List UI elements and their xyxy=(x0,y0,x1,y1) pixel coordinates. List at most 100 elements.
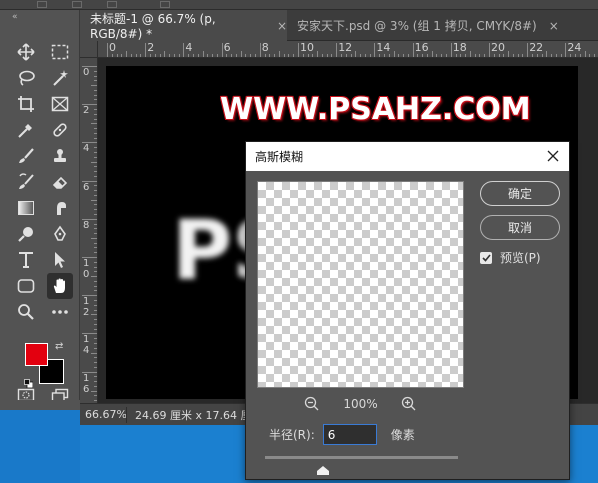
ruler-origin[interactable] xyxy=(80,41,98,58)
healing-brush-tool-icon[interactable] xyxy=(47,117,73,143)
watermark-text: WWW.PSAHZ.COM xyxy=(220,92,531,127)
close-icon[interactable] xyxy=(545,148,561,164)
document-dimensions[interactable]: 24.69 厘米 x 17.64 厘米 xyxy=(126,406,256,423)
ruler-minor-tick xyxy=(91,352,97,354)
clone-stamp-tool-icon[interactable] xyxy=(47,143,73,169)
ruler-label: 10 xyxy=(300,41,314,54)
ruler-minor-tick xyxy=(278,51,280,57)
lasso-tool-icon[interactable] xyxy=(13,65,39,91)
ruler-tick xyxy=(374,43,376,57)
swap-colors-icon[interactable]: ⇄ xyxy=(55,341,63,352)
zoom-level[interactable]: 66.67% xyxy=(80,408,127,421)
radius-slider-track[interactable] xyxy=(265,456,458,459)
foreground-color-swatch[interactable] xyxy=(25,343,48,366)
tab-untitled-1[interactable]: 未标题-1 @ 66.7% (p, RGB/8#) * × xyxy=(80,10,287,41)
default-colors-icon[interactable] xyxy=(24,373,34,389)
ruler-minor-tick xyxy=(584,51,586,57)
collapse-panel-icon[interactable]: « xyxy=(12,12,18,22)
ruler-label: 0 xyxy=(109,41,116,54)
preview-zoom-percent: 100% xyxy=(343,397,378,411)
vertical-ruler[interactable]: 0 2 4 6 8 1 0 1 2 1 4 1 6 xyxy=(80,58,98,403)
ruler-minor-tick xyxy=(91,123,97,125)
history-brush-tool-icon[interactable] xyxy=(13,169,39,195)
ruler-minor-tick xyxy=(91,314,97,316)
cancel-button[interactable]: 取消 xyxy=(480,215,560,240)
path-selection-tool-icon[interactable] xyxy=(47,247,73,273)
ruler-minor-tick xyxy=(202,51,204,57)
ruler-minor-tick xyxy=(91,161,97,163)
options-bar xyxy=(0,0,598,10)
ruler-tick xyxy=(565,43,567,57)
rectangle-tool-icon[interactable] xyxy=(13,273,39,299)
tab-label: 安家天下.psd @ 3% (组 1 拷贝, CMYK/8#) xyxy=(297,19,537,33)
hand-tool-icon[interactable] xyxy=(47,273,73,299)
move-tool-icon[interactable] xyxy=(13,39,39,65)
ok-button[interactable]: 确定 xyxy=(480,181,560,206)
options-bar-button[interactable] xyxy=(72,1,82,8)
ruler-tick xyxy=(298,43,299,57)
ruler-tick xyxy=(145,43,147,57)
horizontal-ruler[interactable]: 0 2 4 6 8 10 12 14 16 18 20 22 24 xyxy=(98,41,598,58)
ruler-tick xyxy=(259,43,261,57)
ruler-minor-tick xyxy=(431,51,433,57)
ruler-minor-tick xyxy=(91,199,97,201)
zoom-in-icon[interactable] xyxy=(400,395,418,413)
ruler-label: 8 xyxy=(83,219,90,231)
radius-input[interactable] xyxy=(322,424,377,445)
dialog-title: 高斯模糊 xyxy=(255,150,304,164)
ruler-tick xyxy=(183,43,185,57)
ruler-label: 6 xyxy=(223,41,231,54)
ruler-label: 8 xyxy=(261,41,269,54)
document-tab-bar: 未标题-1 @ 66.7% (p, RGB/8#) * × 安家天下.psd @… xyxy=(80,10,598,41)
options-bar-button[interactable] xyxy=(107,1,117,8)
radius-label: 半径(R): xyxy=(269,428,315,442)
eyedropper-tool-icon[interactable] xyxy=(13,117,39,143)
close-icon[interactable]: × xyxy=(277,19,287,33)
marquee-tool-icon[interactable] xyxy=(47,39,73,65)
ruler-tick xyxy=(221,43,223,57)
ruler-minor-tick xyxy=(91,237,97,239)
smudge-tool-icon[interactable] xyxy=(47,195,73,221)
gaussian-blur-dialog: 高斯模糊 100% 确定 取消 预览(P) 半径(R): 像素 xyxy=(245,141,570,480)
close-icon[interactable]: × xyxy=(549,19,559,33)
ruler-minor-tick xyxy=(240,51,242,57)
ruler-label: 1 0 xyxy=(83,258,90,280)
ruler-label: 1 4 xyxy=(83,334,90,357)
ruler-label: 1 6 xyxy=(83,372,90,395)
radius-control: 半径(R): 像素 xyxy=(269,424,415,445)
gradient-tool-icon[interactable] xyxy=(13,195,39,221)
options-bar-button[interactable] xyxy=(160,1,170,8)
ruler-minor-tick xyxy=(546,51,548,57)
ruler-minor-tick xyxy=(126,51,128,57)
tab-anjia-tianxia[interactable]: 安家天下.psd @ 3% (组 1 拷贝, CMYK/8#) × xyxy=(287,10,598,41)
tab-label: 未标题-1 @ 66.7% (p, RGB/8#) * xyxy=(90,12,216,41)
ruler-minor-tick xyxy=(91,276,97,278)
pen-tool-icon[interactable] xyxy=(47,221,73,247)
crop-tool-icon[interactable] xyxy=(13,91,39,117)
magic-wand-tool-icon[interactable] xyxy=(47,65,73,91)
ruler-label: 2 xyxy=(83,105,90,117)
brush-tool-icon[interactable] xyxy=(13,143,39,169)
frame-tool-icon[interactable] xyxy=(47,91,73,117)
ruler-label: 4 xyxy=(83,143,90,155)
ruler-label: 16 xyxy=(414,41,429,54)
ruler-tick xyxy=(107,43,108,57)
ruler-minor-tick xyxy=(393,51,395,57)
ruler-label: 4 xyxy=(185,41,193,54)
desktop-background xyxy=(0,410,80,483)
options-bar-button[interactable] xyxy=(37,1,47,8)
type-tool-icon[interactable] xyxy=(13,247,39,273)
zoom-tool-icon[interactable] xyxy=(13,299,39,325)
dialog-titlebar[interactable]: 高斯模糊 xyxy=(246,142,569,171)
ruler-minor-tick xyxy=(91,390,97,392)
zoom-out-icon[interactable] xyxy=(303,395,321,413)
preview-option[interactable]: 预览(P) xyxy=(480,249,541,266)
preview-checkbox[interactable] xyxy=(480,251,492,264)
eraser-tool-icon[interactable] xyxy=(47,169,73,195)
filter-preview[interactable] xyxy=(257,181,464,388)
radius-slider-thumb[interactable] xyxy=(316,460,329,475)
ruler-label: 24 xyxy=(567,41,582,54)
ruler-minor-tick xyxy=(91,85,97,87)
dodge-tool-icon[interactable] xyxy=(13,221,39,247)
more-tools-icon[interactable] xyxy=(47,299,73,325)
